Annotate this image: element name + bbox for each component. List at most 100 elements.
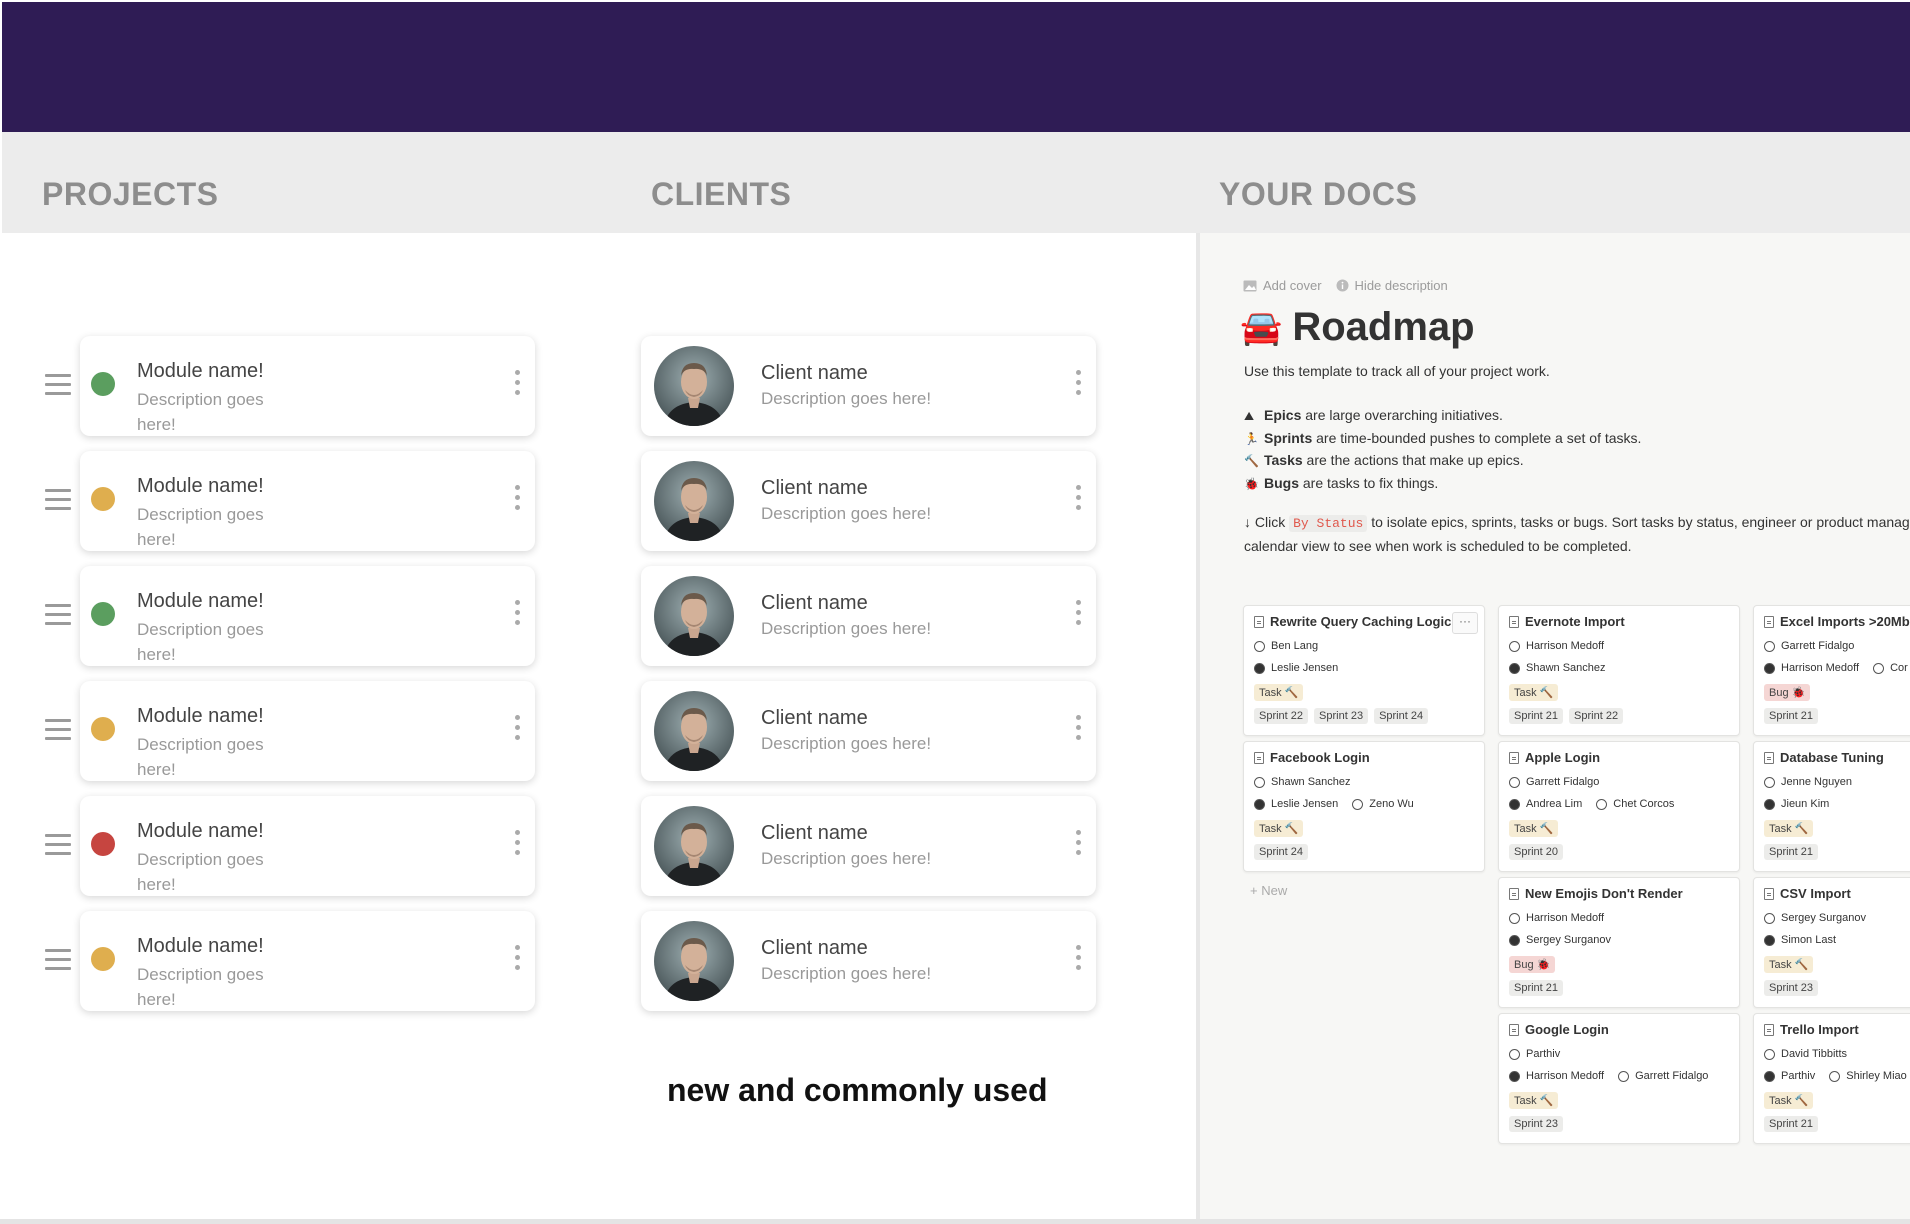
board-card[interactable]: Trello Import David Tibbitts Parthiv Shirle… bbox=[1753, 1013, 1910, 1144]
tag-badge: Sprint 23 bbox=[1509, 1116, 1564, 1132]
project-card[interactable]: Module name! Description goes here! bbox=[80, 451, 535, 551]
board-card-tags: Bug 🐞 bbox=[1764, 681, 1910, 703]
board-card[interactable]: Evernote Import Harrison Medoff Shawn Sanc… bbox=[1498, 605, 1740, 736]
project-card[interactable]: Module name! Description goes here! bbox=[80, 336, 535, 436]
legend-text: are tasks to fix things. bbox=[1299, 474, 1439, 491]
more-options-icon[interactable] bbox=[1076, 485, 1082, 515]
tag-badge: Task 🔨 bbox=[1509, 683, 1559, 701]
drag-handle-icon[interactable] bbox=[45, 489, 71, 511]
person-avatar-icon bbox=[1764, 798, 1775, 810]
tag-badge: Sprint 21 bbox=[1764, 1116, 1819, 1132]
hide-description-button[interactable]: Hide description bbox=[1336, 278, 1448, 293]
project-name: Module name! bbox=[137, 935, 264, 957]
more-options-icon[interactable] bbox=[515, 370, 521, 400]
client-card[interactable]: Client name Description goes here! bbox=[641, 336, 1096, 436]
more-options-icon[interactable] bbox=[515, 945, 521, 975]
board-card-people: Leslie Jensen Zeno Wu bbox=[1254, 793, 1474, 815]
drag-handle-icon[interactable] bbox=[45, 719, 71, 741]
drag-handle-icon[interactable] bbox=[45, 949, 71, 971]
drag-handle-icon[interactable] bbox=[45, 374, 71, 396]
project-description: Description goes here! bbox=[137, 505, 264, 549]
board-card-people: Jieun Kim bbox=[1764, 793, 1910, 815]
add-cover-label: Add cover bbox=[1263, 278, 1322, 293]
project-description: Description goes here! bbox=[137, 735, 264, 779]
board-card-tags: Task 🔨 bbox=[1509, 1089, 1729, 1111]
project-card[interactable]: Module name! Description goes here! bbox=[80, 566, 535, 666]
board-card[interactable]: Facebook Login Shawn Sanchez Leslie Jensen… bbox=[1243, 741, 1485, 872]
board-card-people: Sergey Surganov bbox=[1509, 929, 1729, 951]
board-card[interactable]: Database Tuning Jenne Nguyen Jieun Kim Task… bbox=[1753, 741, 1910, 872]
more-options-icon[interactable] bbox=[1076, 600, 1082, 630]
client-card[interactable]: Client name Description goes here! bbox=[641, 796, 1096, 896]
person-avatar-icon bbox=[1764, 640, 1775, 652]
drag-handle-icon[interactable] bbox=[45, 834, 71, 856]
new-card-button[interactable]: + New bbox=[1250, 883, 1287, 898]
client-card[interactable]: Client name Description goes here! bbox=[641, 451, 1096, 551]
board-card-title-text: Facebook Login bbox=[1270, 750, 1370, 765]
more-options-icon[interactable] bbox=[1076, 945, 1082, 975]
person-avatar-icon bbox=[1873, 662, 1885, 674]
page-icon bbox=[1509, 1023, 1519, 1036]
person-name: Shawn Sanchez bbox=[1271, 776, 1351, 788]
client-card[interactable]: Client name Description goes here! bbox=[641, 911, 1096, 1011]
more-options-icon[interactable] bbox=[515, 715, 521, 745]
person-avatar-icon bbox=[1509, 1070, 1520, 1082]
car-icon: 🚘 bbox=[1240, 308, 1283, 347]
more-options-icon[interactable] bbox=[1076, 370, 1082, 400]
board-card-people: Shawn Sanchez bbox=[1509, 657, 1729, 679]
legend-item: 🏃 Sprints are time-bounded pushes to comp… bbox=[1244, 428, 1641, 451]
board-card[interactable]: Rewrite Query Caching Logic Ben Lang Lesli… bbox=[1243, 605, 1485, 736]
project-card[interactable]: Module name! Description goes here! bbox=[80, 796, 535, 896]
board-card[interactable]: CSV Import Sergey Surganov Simon Last Task … bbox=[1753, 877, 1910, 1008]
person-avatar-icon bbox=[1254, 662, 1265, 674]
person-name: Zeno Wu bbox=[1369, 798, 1414, 810]
legend-icon: 🔨 bbox=[1244, 454, 1259, 468]
board-card-people: Sergey Surganov bbox=[1764, 907, 1910, 929]
board-card[interactable]: New Emojis Don't Render Harrison Medoff Se… bbox=[1498, 877, 1740, 1008]
project-card[interactable]: Module name! Description goes here! bbox=[80, 681, 535, 781]
click-instructions: ↓ Click By Status to isolate epics, spri… bbox=[1244, 511, 1910, 557]
board-card-tags: Sprint 21 Sprint 22 bbox=[1509, 705, 1729, 727]
board-card[interactable]: Excel Imports >20Mb Garrett Fidalgo Harris… bbox=[1753, 605, 1910, 736]
board-card-people: Harrison Medoff Cor bbox=[1764, 657, 1910, 679]
tag-badge: Sprint 20 bbox=[1509, 844, 1564, 860]
avatar bbox=[654, 921, 734, 1001]
person-avatar-icon bbox=[1764, 776, 1775, 788]
project-name: Module name! bbox=[137, 475, 264, 497]
person-avatar-icon bbox=[1509, 934, 1520, 946]
card-more-button[interactable]: ··· bbox=[1452, 612, 1478, 634]
more-options-icon[interactable] bbox=[515, 830, 521, 860]
page-icon bbox=[1764, 751, 1774, 764]
add-cover-button[interactable]: Add cover bbox=[1243, 278, 1322, 293]
person-avatar-icon bbox=[1764, 662, 1775, 674]
drag-handle-icon[interactable] bbox=[45, 604, 71, 626]
board-card-tags: Sprint 21 bbox=[1764, 841, 1910, 863]
project-card[interactable]: Module name! Description goes here! bbox=[80, 911, 535, 1011]
more-options-icon[interactable] bbox=[1076, 830, 1082, 860]
board-card-title-text: New Emojis Don't Render bbox=[1525, 886, 1683, 901]
client-card[interactable]: Client name Description goes here! bbox=[641, 566, 1096, 666]
person-name: Jieun Kim bbox=[1781, 798, 1830, 810]
board-card[interactable]: Google Login Parthiv Harrison Medoff Garret… bbox=[1498, 1013, 1740, 1144]
legend-term: Epics bbox=[1264, 407, 1302, 423]
page-icon bbox=[1254, 615, 1264, 628]
more-options-icon[interactable] bbox=[515, 600, 521, 630]
person-name: Cor bbox=[1890, 662, 1908, 674]
more-options-icon[interactable] bbox=[1076, 715, 1082, 745]
more-options-icon[interactable] bbox=[515, 485, 521, 515]
project-description: Description goes here! bbox=[137, 965, 264, 1009]
tag-badge: Task 🔨 bbox=[1764, 1091, 1814, 1109]
tag-badge: Task 🔨 bbox=[1254, 819, 1304, 837]
client-name: Client name bbox=[761, 477, 868, 499]
docs-heading: YOUR DOCS bbox=[1219, 176, 1418, 212]
board-card-title: Google Login bbox=[1509, 1022, 1729, 1037]
client-card[interactable]: Client name Description goes here! bbox=[641, 681, 1096, 781]
by-status-view-link[interactable]: By Status bbox=[1289, 515, 1368, 532]
person-avatar-icon bbox=[1764, 1048, 1775, 1060]
board-card[interactable]: Apple Login Garrett Fidalgo Andrea Lim Chet… bbox=[1498, 741, 1740, 872]
board-card-people: Jenne Nguyen bbox=[1764, 771, 1910, 793]
section-header-bar bbox=[2, 132, 1910, 233]
board-card-title-text: Database Tuning bbox=[1780, 750, 1884, 765]
project-row: Module name! Description goes here! bbox=[40, 451, 540, 551]
tag-badge: Task 🔨 bbox=[1509, 1091, 1559, 1109]
